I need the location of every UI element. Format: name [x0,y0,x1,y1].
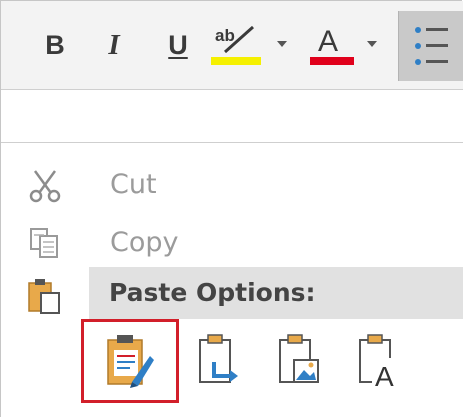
keep-text-only-icon: A [359,334,398,390]
merge-formatting-icon [199,334,238,383]
picture-paste-button[interactable] [264,319,334,403]
keep-source-formatting-button[interactable] [81,319,179,403]
copy-icon [30,228,58,258]
keep-text-only-button[interactable]: A [344,319,414,403]
bullets-button[interactable] [398,11,463,81]
highlight-letters: ab [215,26,235,45]
bold-button[interactable]: B [37,19,73,71]
text-only-letter: A [375,361,394,390]
highlight-dropdown-arrow[interactable] [277,41,287,47]
paste-options-header: Paste Options: [89,267,463,319]
font-color-button[interactable]: A [306,19,358,71]
separator-band [1,89,463,143]
text-highlight-color-icon: ab [211,25,261,65]
copy-label: Copy [110,227,179,258]
scissors-icon [29,170,61,203]
font-color-letter: A [318,25,338,58]
clipboard-icon [28,279,60,314]
mini-toolbar: B I U ab A [1,1,463,89]
font-color-icon: A [310,25,354,65]
font-color-dropdown-arrow[interactable] [367,41,377,47]
italic-button[interactable]: I [99,19,129,71]
picture-paste-icon [279,334,319,383]
underline-button[interactable]: U [161,19,195,71]
merge-formatting-button[interactable] [184,319,254,403]
keep-source-formatting-icon [107,335,154,388]
bullets-icon [415,27,448,65]
paste-options-label: Paste Options: [109,278,316,307]
text-highlight-color-button[interactable]: ab [207,19,267,71]
cut-label: Cut [110,169,157,200]
menu-item-cut[interactable]: Cut [1,155,463,213]
menu-item-copy[interactable]: Copy [1,213,463,271]
context-menu: Cut Copy Paste Options: A [1,143,463,418]
